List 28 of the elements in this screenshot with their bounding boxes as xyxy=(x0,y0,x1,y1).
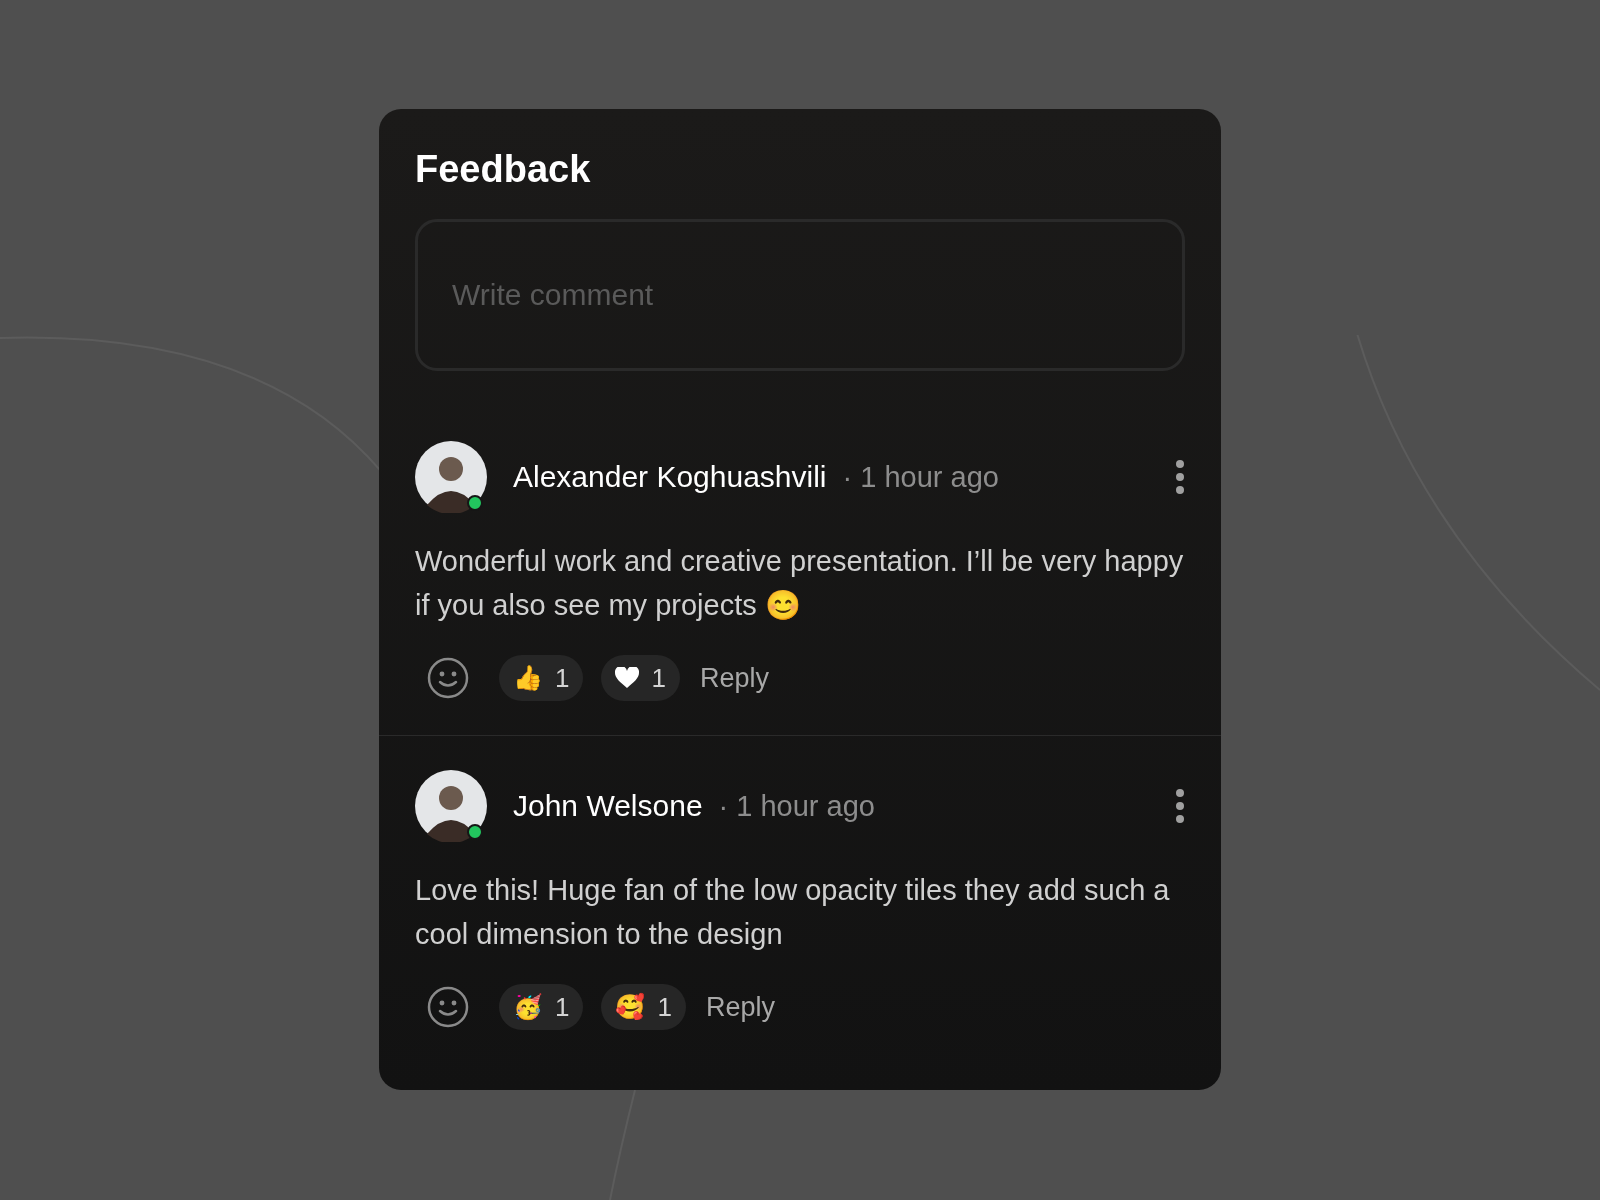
card-title: Feedback xyxy=(415,147,592,192)
heart-icon xyxy=(615,667,640,689)
reaction-button[interactable]: 🥰 1 xyxy=(601,984,686,1030)
reaction-button[interactable]: 1 xyxy=(601,655,680,701)
comment-text: Wonderful work and creative presentation. I’ll be very happy if you also see my projects 😊 xyxy=(415,544,1185,623)
reaction-button[interactable]: 👍 1 xyxy=(499,655,584,701)
reaction-count: 1 xyxy=(555,661,570,695)
comment-text: Love this! Huge fan of the low opacity tiles they add such a cool dimension to the design xyxy=(415,873,1171,952)
smiley-face-icon[interactable] xyxy=(427,657,469,699)
reaction-button[interactable]: 🥳 1 xyxy=(499,984,584,1030)
reaction-emoji: 🥳 xyxy=(513,992,543,1022)
author-name: Alexander Koghuashvili xyxy=(513,459,827,496)
comment-time: · 1 hour ago xyxy=(718,789,875,825)
reaction-count: 1 xyxy=(657,990,672,1024)
avatar-silhouette xyxy=(415,441,487,513)
avatar-silhouette xyxy=(415,770,487,842)
reply-link[interactable]: Reply xyxy=(699,657,769,699)
reaction-count: 1 xyxy=(555,990,570,1024)
more-options-icon[interactable] xyxy=(1175,788,1185,824)
comment-input-field[interactable]: Write comment xyxy=(415,219,1185,371)
smiley-face-icon[interactable] xyxy=(427,986,469,1028)
reaction-emoji: 🥰 xyxy=(615,992,646,1022)
comment-time: · 1 hour ago xyxy=(842,460,999,496)
reaction-emoji: 👍 xyxy=(513,663,543,693)
more-options-icon[interactable] xyxy=(1175,459,1185,495)
reaction-count: 1 xyxy=(651,661,666,695)
author-name: John Welsone xyxy=(513,788,703,825)
reply-link[interactable]: Reply xyxy=(705,986,775,1028)
